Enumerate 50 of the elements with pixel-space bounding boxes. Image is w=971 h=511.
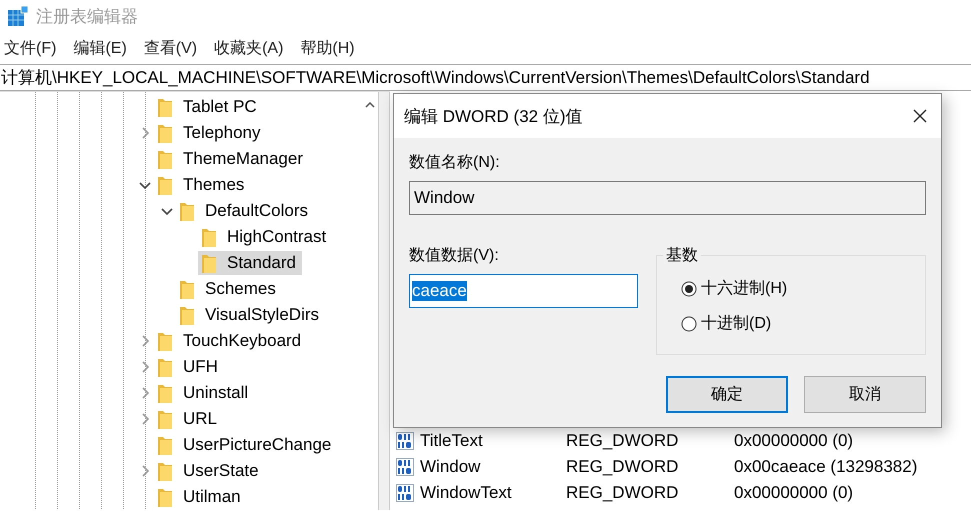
folder-icon [202,227,216,247]
radio-label[interactable]: 十六进制(H) [701,278,788,299]
folder-icon [158,123,172,143]
folder-icon [180,201,194,221]
address-bar[interactable]: 计算机\HKEY_LOCAL_MACHINE\SOFTWARE\Microsoft\Windows\CurrentVersion\Themes\DefaultColors\Standard [0,65,971,90]
binary-value-icon [396,432,414,450]
scroll-up-icon[interactable] [365,102,375,108]
value-data: 0x00000000 (0) [734,431,854,451]
folder-icon [202,253,216,273]
menu-item[interactable]: 收藏夹(A) [214,38,284,58]
value-data: 0x00000000 (0) [734,483,854,503]
menu-item[interactable]: 查看(V) [144,38,198,58]
dialog-title: 编辑 DWORD (32 位)值 [404,106,582,128]
folder-icon [180,305,194,325]
value-name[interactable]: TitleText [420,431,566,451]
folder-icon [158,149,172,169]
binary-value-icon [396,458,414,476]
radio-button[interactable] [681,280,697,296]
ok-button[interactable]: 确定 [666,376,788,413]
value-type: REG_DWORD [566,431,680,451]
value-type: REG_DWORD [566,483,680,503]
folder-icon [158,435,172,455]
folder-icon [158,97,172,117]
menu-item[interactable]: 编辑(E) [73,38,127,58]
folder-icon [158,461,172,481]
app-icon [8,6,28,26]
value-name[interactable]: WindowText [420,483,566,503]
folder-icon [158,175,172,195]
value-name[interactable]: Window [420,457,566,477]
radio-label[interactable]: 十进制(D) [701,313,772,334]
folder-icon [158,409,172,429]
window-title: 注册表编辑器 [36,6,138,28]
menu-item[interactable]: 文件(F) [4,38,56,58]
tree-item[interactable]: Standard [198,251,302,275]
cancel-button[interactable]: 取消 [804,376,926,413]
folder-icon [180,279,194,299]
folder-icon [158,331,172,351]
value-data-field[interactable]: caeace [409,274,638,308]
folder-icon [158,357,172,377]
close-icon[interactable] [913,109,927,123]
field-label: 数值名称(N): [409,153,501,173]
binary-value-icon [396,484,414,502]
folder-icon [158,487,172,507]
radio-button[interactable] [681,316,697,332]
folder-icon [158,383,172,403]
value-data: 0x00caeace (13298382) [734,457,918,477]
field-label: 数值数据(V): [409,247,499,264]
value-name-field[interactable]: Window [409,181,926,215]
menu-item[interactable]: 帮助(H) [300,38,355,58]
value-type: REG_DWORD [566,457,680,477]
